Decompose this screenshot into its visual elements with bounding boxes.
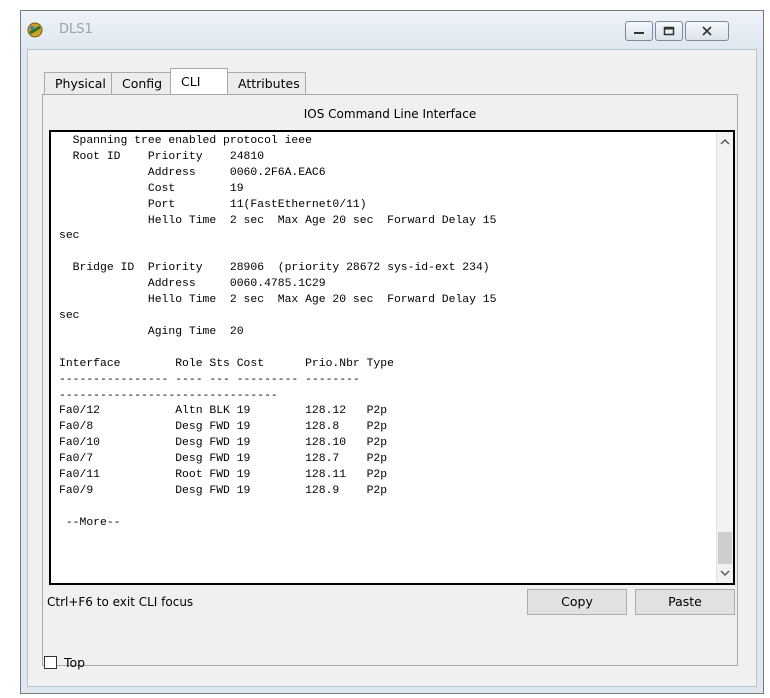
tab-physical[interactable]: Physical — [44, 72, 112, 94]
top-label: Top — [64, 655, 86, 670]
window-content: Physical Config CLI Attributes IOS Comma… — [27, 49, 757, 687]
cli-focus-hint: Ctrl+F6 to exit CLI focus — [47, 595, 194, 609]
close-icon — [702, 26, 712, 36]
copy-button[interactable]: Copy — [527, 589, 627, 615]
terminal-line: Bridge ID Priority 28906 (priority 28672… — [59, 262, 490, 275]
terminal-line: Fa0/10 Desg FWD 19 128.10 P2p — [59, 437, 388, 450]
terminal-line: Root ID Priority 24810 — [59, 150, 265, 163]
terminal-line: Spanning tree enabled protocol ieee — [59, 135, 312, 147]
vertical-scrollbar[interactable] — [716, 132, 733, 583]
terminal-line: Hello Time 2 sec Max Age 20 sec Forward … — [59, 214, 497, 227]
title-bar[interactable]: DLS1 — [21, 11, 763, 49]
maximize-icon — [663, 26, 675, 36]
terminal-line: Fa0/9 Desg FWD 19 128.9 P2p — [59, 484, 388, 497]
cli-terminal[interactable]: Spanning tree enabled protocol ieee Root… — [49, 130, 735, 585]
close-button[interactable] — [685, 21, 729, 41]
terminal-line: Fa0/12 Altn BLK 19 128.12 P2p — [59, 405, 388, 418]
terminal-line: Aging Time 20 — [59, 325, 244, 338]
top-checkbox[interactable] — [44, 656, 57, 669]
device-icon — [25, 20, 45, 40]
scroll-thumb[interactable] — [718, 532, 732, 564]
cli-panel: IOS Command Line Interface Spanning tree… — [42, 94, 738, 666]
maximize-button[interactable] — [655, 21, 683, 41]
terminal-output: Spanning tree enabled protocol ieee Root… — [59, 134, 496, 532]
tab-attributes[interactable]: Attributes — [227, 72, 306, 94]
terminal-line: Address 0060.4785.1C29 — [59, 278, 326, 291]
terminal-line: Interface Role Sts Cost Prio.Nbr Type — [59, 357, 394, 370]
minimize-button[interactable] — [625, 21, 653, 41]
scroll-down-icon[interactable] — [717, 564, 733, 581]
scroll-up-icon[interactable] — [717, 134, 733, 151]
device-window: DLS1 Physical Config CLI Attributes IOS … — [20, 10, 764, 694]
minimize-icon — [634, 32, 644, 34]
cli-header: IOS Command Line Interface — [303, 107, 477, 121]
terminal-line: sec — [59, 230, 80, 243]
terminal-line: sec — [59, 309, 80, 322]
tab-cli[interactable]: CLI — [170, 68, 228, 95]
terminal-line: -------------------------------- — [59, 389, 278, 402]
terminal-line: Hello Time 2 sec Max Age 20 sec Forward … — [59, 294, 497, 307]
terminal-line: Port 11(FastEthernet0/11) — [59, 198, 367, 211]
terminal-line: --More-- — [59, 516, 121, 529]
terminal-line: ---------------- ---- --- --------- ----… — [59, 373, 360, 386]
tab-config[interactable]: Config — [111, 72, 171, 94]
paste-button[interactable]: Paste — [635, 589, 735, 615]
terminal-line: Cost 19 — [59, 182, 244, 195]
terminal-line: Fa0/8 Desg FWD 19 128.8 P2p — [59, 421, 388, 434]
terminal-line: Fa0/7 Desg FWD 19 128.7 P2p — [59, 453, 388, 466]
terminal-line: Address 0060.2F6A.EAC6 — [59, 166, 326, 179]
window-title: DLS1 — [59, 22, 93, 37]
terminal-line: Fa0/11 Root FWD 19 128.11 P2p — [59, 469, 388, 482]
